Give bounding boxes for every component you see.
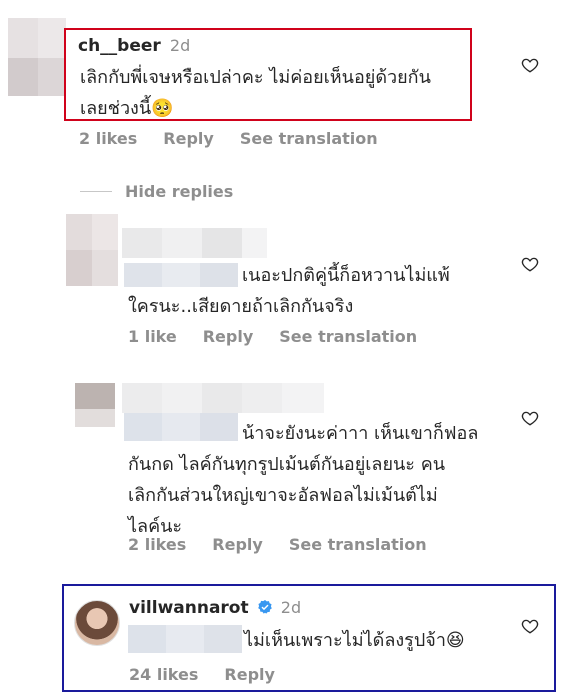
heart-icon[interactable] <box>521 409 539 427</box>
comment-actions: 2 likes Reply See translation <box>128 535 453 554</box>
comment-text-line: เลิกกับพี่เจษหรือเปล่าคะ ไม่ค่อยเห็นอยู่… <box>80 67 431 88</box>
blurred-username <box>122 383 324 413</box>
timestamp: 2d <box>280 598 302 617</box>
comment-text: ไม่เห็นเพราะไม่ได้ลงรูปจ้า😆 <box>244 630 465 651</box>
likes-count[interactable]: 24 likes <box>129 665 198 684</box>
comment-actions: 1 like Reply See translation <box>128 327 443 346</box>
comment-text: น้าจะยังนะค่าาา เห็นเขาก็ฟอล กันกด ไลค์ก… <box>128 418 508 542</box>
comment-text-line: ใครนะ..เสียดายถ้าเลิกกันจริง <box>128 296 354 317</box>
likes-count[interactable]: 2 likes <box>128 535 186 554</box>
blurred-mention <box>128 625 242 653</box>
reply-button[interactable]: Reply <box>163 129 214 148</box>
likes-count[interactable]: 2 likes <box>79 129 137 148</box>
blurred-avatar <box>75 383 115 427</box>
timestamp: 2d <box>169 36 191 55</box>
heart-icon[interactable] <box>521 617 539 635</box>
comment-actions: 2 likes Reply See translation <box>79 129 404 148</box>
reply-button[interactable]: Reply <box>203 327 254 346</box>
comment-text-line: กันกด ไลค์กันทุกรูปเม้นต์กันอยู่เลยนะ คน <box>128 454 446 475</box>
comment-text-line: เนอะปกติคู่นี้ก็อหวานไม่แพ้ <box>242 265 450 286</box>
hide-replies-button[interactable]: Hide replies <box>125 182 233 201</box>
blurred-username <box>122 228 267 258</box>
see-translation-link[interactable]: See translation <box>289 535 427 554</box>
comment-text: เนอะปกติคู่นี้ก็อหวานไม่แพ้ ใครนะ..เสียด… <box>128 260 508 322</box>
heart-icon[interactable] <box>521 255 539 273</box>
see-translation-link[interactable]: See translation <box>240 129 378 148</box>
reply-button[interactable]: Reply <box>212 535 263 554</box>
avatar[interactable] <box>74 600 120 646</box>
verified-badge-icon <box>257 599 273 619</box>
comment-text: เลิกกับพี่เจษหรือเปล่าคะ ไม่ค่อยเห็นอยู่… <box>80 62 470 124</box>
hide-replies-line <box>80 191 112 192</box>
blurred-avatar <box>66 214 118 286</box>
username[interactable]: ch__beer <box>78 36 161 56</box>
username[interactable]: villwannarot <box>129 598 249 618</box>
comment-header: ch__beer 2d <box>78 36 190 56</box>
see-translation-link[interactable]: See translation <box>279 327 417 346</box>
comment-text-line: เลยช่วงนี้🥺 <box>80 98 174 119</box>
comment-header: villwannarot 2d <box>129 598 301 619</box>
reply-button[interactable]: Reply <box>224 665 275 684</box>
blurred-avatar <box>8 18 66 96</box>
comment-text-line: น้าจะยังนะค่าาา เห็นเขาก็ฟอล <box>242 423 479 444</box>
likes-count[interactable]: 1 like <box>128 327 177 346</box>
heart-icon[interactable] <box>521 56 539 74</box>
comment-text-line: เลิกกันส่วนใหญ่เขาจะอัลฟอลไม่เม้นต์ไม่ <box>128 485 438 506</box>
comment-actions: 24 likes Reply <box>129 665 301 684</box>
